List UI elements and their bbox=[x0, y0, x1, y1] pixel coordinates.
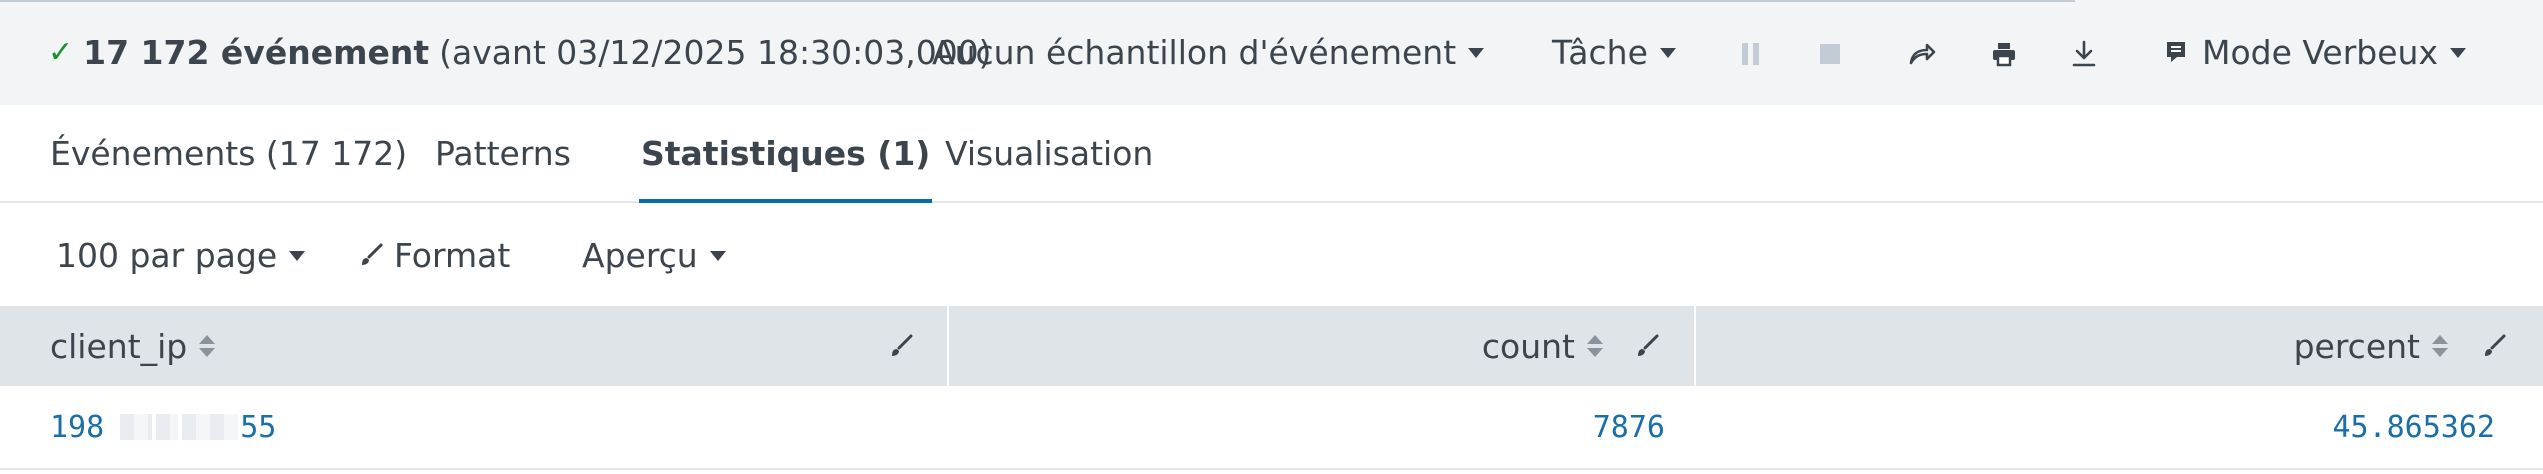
table-toolbar: 100 par page Format Aperçu bbox=[0, 203, 2543, 306]
task-menu-label: Tâche bbox=[1552, 32, 1648, 72]
column-header-count[interactable]: count bbox=[1482, 306, 1603, 386]
edit-column-icon bbox=[892, 334, 913, 356]
job-status: ✓ 17 172 événement (avant 03/12/2025 18:… bbox=[48, 28, 992, 76]
job-progress-line bbox=[0, 0, 2075, 2]
print-button[interactable] bbox=[1982, 32, 2026, 76]
table-header: client_ip count percent bbox=[0, 306, 2543, 386]
task-menu-button[interactable]: Tâche bbox=[1552, 28, 1676, 76]
caret-down-icon bbox=[709, 251, 726, 261]
stop-icon bbox=[1820, 44, 1840, 64]
redacted-ip-part bbox=[120, 414, 153, 440]
cell-count[interactable]: 7876 bbox=[1593, 386, 1665, 468]
redacted-ip-part bbox=[156, 414, 179, 440]
caret-down-icon bbox=[289, 251, 306, 261]
download-icon bbox=[2072, 40, 2096, 67]
event-time-range: (avant 03/12/2025 18:30:03,000) bbox=[439, 32, 992, 72]
sort-icon bbox=[199, 335, 216, 357]
table-row: 198 55 7876 45.865362 bbox=[0, 386, 2543, 470]
event-count: 17 172 événement bbox=[83, 32, 430, 72]
event-sampling-label: Aucun échantillon d'événement bbox=[932, 32, 1457, 72]
print-icon bbox=[1993, 43, 2015, 67]
tab-events[interactable]: Événements (17 172) bbox=[50, 105, 407, 201]
per-page-label: 100 par page bbox=[56, 235, 278, 275]
format-label: Format bbox=[394, 235, 511, 275]
caret-down-icon bbox=[1659, 48, 1676, 58]
edit-column-button[interactable] bbox=[1627, 326, 1667, 366]
job-status-bar: ✓ 17 172 événement (avant 03/12/2025 18:… bbox=[0, 0, 2543, 105]
pause-button[interactable] bbox=[1728, 32, 1772, 76]
export-button[interactable] bbox=[2062, 32, 2106, 76]
edit-column-icon bbox=[2485, 334, 2506, 356]
table-body: 198 55 7876 45.865362 bbox=[0, 386, 2543, 470]
cell-client-ip[interactable]: 198 55 bbox=[50, 386, 276, 468]
edit-column-button[interactable] bbox=[2474, 326, 2514, 366]
search-mode-label: Mode Verbeux bbox=[2202, 32, 2438, 72]
results-tabs: Événements (17 172) Patterns Statistique… bbox=[0, 105, 2543, 205]
share-icon bbox=[1909, 43, 1936, 65]
preview-label: Aperçu bbox=[582, 235, 698, 275]
column-header-percent[interactable]: percent bbox=[2294, 306, 2448, 386]
cell-percent[interactable]: 45.865362 bbox=[2332, 386, 2495, 468]
edit-column-icon bbox=[1638, 334, 1659, 356]
tab-patterns[interactable]: Patterns bbox=[435, 105, 571, 201]
sort-icon bbox=[2432, 335, 2448, 357]
brush-icon bbox=[362, 243, 383, 265]
edit-column-button[interactable] bbox=[881, 326, 921, 366]
column-header-client-ip[interactable]: client_ip bbox=[50, 306, 216, 386]
per-page-dropdown[interactable]: 100 par page bbox=[56, 229, 306, 281]
mode-icon bbox=[2167, 42, 2185, 62]
share-button[interactable] bbox=[1900, 32, 1944, 76]
sort-icon bbox=[1587, 335, 1603, 357]
stop-button[interactable] bbox=[1808, 32, 1852, 76]
statistics-table: client_ip count percent 198 55 7876 45.8… bbox=[0, 306, 2543, 470]
preview-dropdown[interactable]: Aperçu bbox=[582, 229, 726, 281]
event-sampling-dropdown[interactable]: Aucun échantillon d'événement bbox=[932, 28, 1485, 76]
caret-down-icon bbox=[2449, 48, 2466, 58]
tab-statistics[interactable]: Statistiques (1) bbox=[638, 105, 933, 205]
caret-down-icon bbox=[1468, 48, 1485, 58]
format-button[interactable]: Format bbox=[358, 229, 510, 281]
pause-icon bbox=[1741, 43, 1759, 65]
check-icon: ✓ bbox=[48, 34, 74, 70]
tab-visualization[interactable]: Visualisation bbox=[945, 105, 1153, 201]
search-mode-dropdown[interactable]: Mode Verbeux bbox=[2164, 28, 2466, 76]
redacted-ip-part bbox=[182, 414, 239, 440]
